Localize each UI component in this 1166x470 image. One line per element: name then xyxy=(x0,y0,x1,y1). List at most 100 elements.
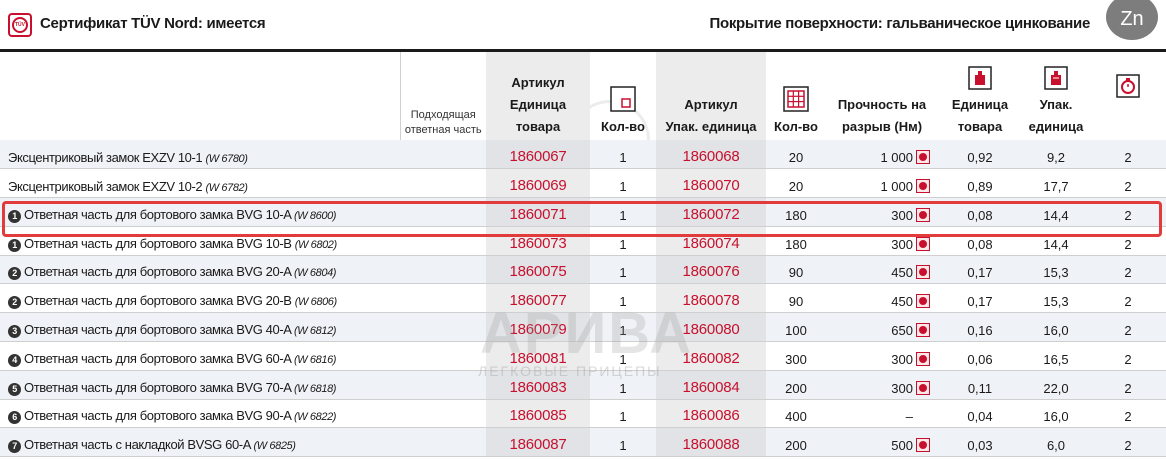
row-article-pack[interactable]: 1860084 xyxy=(656,370,766,400)
table-row[interactable]: 2 Ответная часть для бортового замка BVG … xyxy=(0,255,1166,285)
row-qty-pack: 90 xyxy=(766,283,826,314)
header-qty1: Кол-во xyxy=(590,52,656,140)
row-article-pack[interactable]: 1860076 xyxy=(656,255,766,285)
row-qty-pack: 20 xyxy=(766,168,826,199)
weight-pack-icon xyxy=(1044,66,1068,90)
row-article-unit[interactable]: 1860069 xyxy=(486,168,590,199)
row-w-code: (W 6780) xyxy=(205,153,248,166)
row-w-code: (W 6818) xyxy=(294,382,337,395)
header-weight-unit-l2: товара xyxy=(957,119,1003,134)
row-article-pack[interactable]: 1860070 xyxy=(656,168,766,199)
header-qty1-label: Кол-во xyxy=(601,119,645,134)
table-row[interactable]: 4 Ответная часть для бортового замка BVG … xyxy=(0,341,1166,371)
header-fit-line2: ответная часть xyxy=(404,124,482,136)
row-product-name: Эксцентриковый замок EXZV 10-1 (W 6780) xyxy=(0,140,486,170)
row-w-code: (W 6802) xyxy=(294,238,337,251)
strength-lock-icon xyxy=(916,150,930,165)
row-article-unit[interactable]: 1860075 xyxy=(486,255,590,285)
row-last-value: 2 xyxy=(1090,399,1166,429)
row-weight-pack: 14,4 xyxy=(1022,226,1090,256)
table-row[interactable]: Эксцентриковый замок EXZV 10-1 (W 6780) 1… xyxy=(0,140,1166,170)
row-strength: 300 xyxy=(826,226,938,256)
row-weight-unit: 0,08 xyxy=(938,197,1022,227)
row-last-value: 2 xyxy=(1090,255,1166,285)
row-strength: 300 xyxy=(826,341,938,371)
row-name-text: Ответная часть для бортового замка BVG 7… xyxy=(24,379,291,395)
row-number-badge: 5 xyxy=(8,382,21,396)
tuv-certificate-icon: TÜV xyxy=(8,13,32,37)
weight-unit-icon xyxy=(968,66,992,90)
pack-grid-icon xyxy=(783,86,809,112)
row-product-name: 4 Ответная часть для бортового замка BVG … xyxy=(0,341,486,371)
strength-lock-icon xyxy=(916,179,930,194)
row-weight-unit: 0,06 xyxy=(938,341,1022,371)
row-strength-value: 450 xyxy=(891,265,913,281)
row-article-unit[interactable]: 1860087 xyxy=(486,427,590,458)
row-weight-unit: 0,92 xyxy=(938,140,1022,170)
row-strength-value: 500 xyxy=(891,438,913,454)
row-last-value: 2 xyxy=(1090,197,1166,227)
table-row[interactable]: 1 Ответная часть для бортового замка BVG … xyxy=(0,197,1166,227)
header-qty2-label: Кол-во xyxy=(774,119,818,134)
strength-lock-icon xyxy=(916,380,930,395)
row-article-pack[interactable]: 1860072 xyxy=(656,197,766,227)
row-number-badge: 2 xyxy=(8,267,21,281)
header-name xyxy=(0,52,401,140)
row-article-pack[interactable]: 1860078 xyxy=(656,283,766,314)
row-article-unit[interactable]: 1860081 xyxy=(486,341,590,371)
row-weight-pack: 9,2 xyxy=(1022,140,1090,170)
row-w-code: (W 6804) xyxy=(294,267,337,280)
row-qty-pack: 180 xyxy=(766,226,826,256)
table-row[interactable]: 1 Ответная часть для бортового замка BVG … xyxy=(0,226,1166,256)
table-row[interactable]: 3 Ответная часть для бортового замка BVG … xyxy=(0,312,1166,343)
row-w-code: (W 6822) xyxy=(294,411,337,424)
row-weight-unit: 0,17 xyxy=(938,283,1022,314)
row-name-text: Эксцентриковый замок EXZV 10-2 xyxy=(8,179,203,195)
header-fit-line1: Подходящая xyxy=(410,109,476,121)
row-article-unit[interactable]: 1860067 xyxy=(486,140,590,170)
header-strength-l1: Прочность на xyxy=(837,97,927,112)
row-name-text: Ответная часть для бортового замка BVG 6… xyxy=(24,350,291,366)
row-article-pack[interactable]: 1860082 xyxy=(656,341,766,371)
row-article-unit[interactable]: 1860073 xyxy=(486,226,590,256)
row-last-value: 2 xyxy=(1090,168,1166,199)
table-row[interactable]: 5 Ответная часть для бортового замка BVG … xyxy=(0,370,1166,400)
row-article-unit[interactable]: 1860077 xyxy=(486,283,590,314)
row-article-unit[interactable]: 1860083 xyxy=(486,370,590,400)
table-row[interactable]: Эксцентриковый замок EXZV 10-2 (W 6782) 1… xyxy=(0,168,1166,199)
row-name-text: Эксцентриковый замок EXZV 10-1 xyxy=(8,150,203,166)
header-weight-pack-l1: Упак. xyxy=(1039,97,1073,112)
row-qty-unit: 1 xyxy=(590,283,656,314)
row-article-pack[interactable]: 1860088 xyxy=(656,427,766,458)
row-qty-unit: 1 xyxy=(590,341,656,371)
table-row[interactable]: 2 Ответная часть для бортового замка BVG … xyxy=(0,283,1166,314)
row-strength: 450 xyxy=(826,283,938,314)
header-article-unit-l3: товара xyxy=(515,119,561,134)
top-bar: TÜV Сертификат TÜV Nord: имеется Покрыти… xyxy=(0,0,1166,50)
row-article-unit[interactable]: 1860085 xyxy=(486,399,590,429)
row-article-pack[interactable]: 1860080 xyxy=(656,312,766,343)
row-qty-pack: 200 xyxy=(766,427,826,458)
row-name-text: Ответная часть для бортового замка BVG 4… xyxy=(24,322,291,338)
row-number-badge: 4 xyxy=(8,353,21,367)
table-row[interactable]: 6 Ответная часть для бортового замка BVG … xyxy=(0,399,1166,429)
row-strength: 650 xyxy=(826,312,938,343)
header-weight-unit: Единица товара xyxy=(938,52,1022,140)
row-last-value: 2 xyxy=(1090,140,1166,170)
table-row[interactable]: 7 Ответная часть с накладкой BVSG 60-A (W… xyxy=(0,427,1166,458)
row-article-pack[interactable]: 1860074 xyxy=(656,226,766,256)
row-weight-pack: 16,5 xyxy=(1022,341,1090,371)
row-article-pack[interactable]: 1860068 xyxy=(656,140,766,170)
row-qty-unit: 1 xyxy=(590,226,656,256)
row-article-unit[interactable]: 1860079 xyxy=(486,312,590,343)
strength-lock-icon xyxy=(916,438,930,453)
row-article-pack[interactable]: 1860086 xyxy=(656,399,766,429)
row-w-code: (W 6782) xyxy=(205,182,248,195)
header-article-unit: Артикул Единица товара xyxy=(486,52,590,140)
row-qty-unit: 1 xyxy=(590,197,656,227)
row-qty-pack: 100 xyxy=(766,312,826,343)
row-number-badge: 3 xyxy=(8,325,21,339)
row-last-value: 2 xyxy=(1090,427,1166,458)
row-article-unit[interactable]: 1860071 xyxy=(486,197,590,227)
certificate-text: Сертификат TÜV Nord: имеется xyxy=(40,15,266,32)
